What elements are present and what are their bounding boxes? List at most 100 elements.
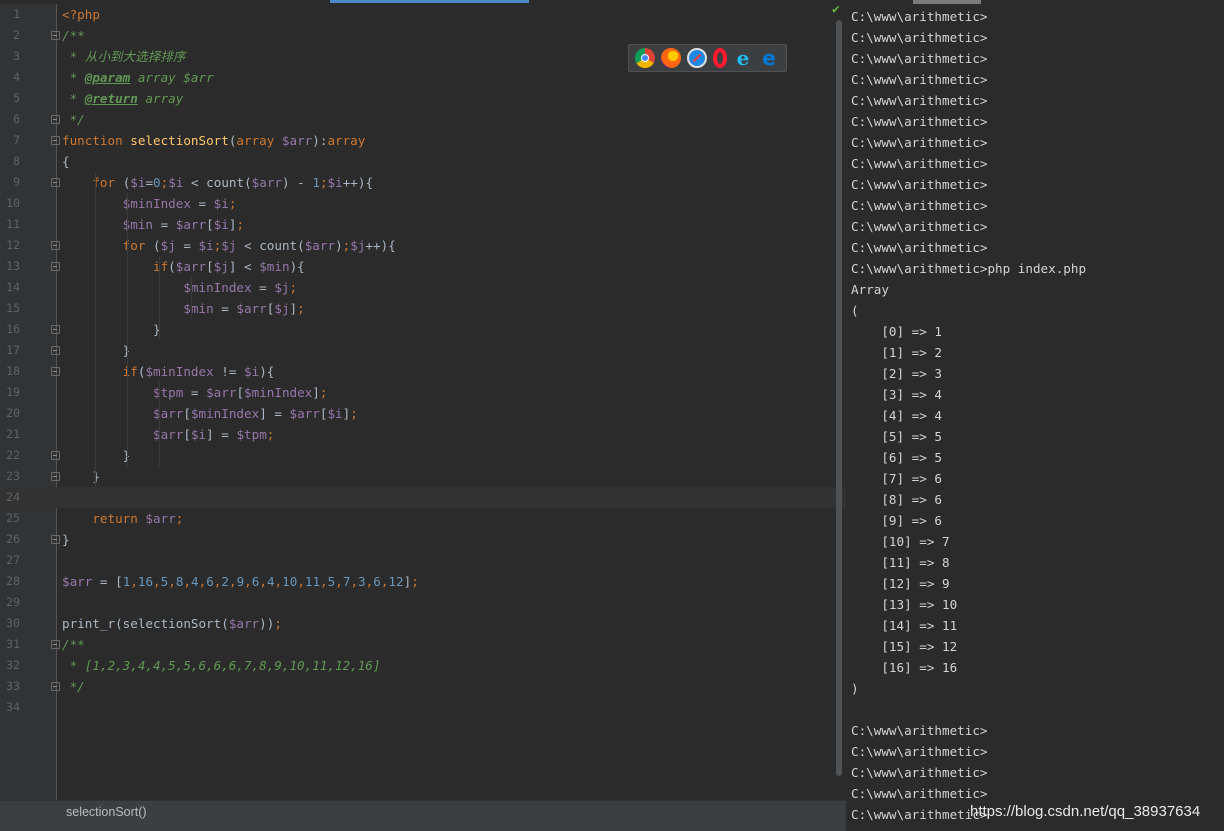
fold-marker-icon[interactable] [51, 325, 60, 334]
line-number: 29 [6, 595, 20, 609]
code-token: [ [236, 385, 245, 400]
code-token: $min [183, 301, 214, 316]
safari-icon[interactable] [687, 48, 707, 68]
code-line-23[interactable]: 23 } [0, 466, 846, 487]
firefox-icon[interactable] [661, 48, 681, 68]
code-token: ; [350, 406, 358, 421]
fold-marker-icon[interactable] [51, 451, 60, 460]
code-line-32[interactable]: 32 * [1,2,3,4,4,5,5,6,6,6,7,8,9,10,11,12… [0, 655, 846, 676]
code-line-2[interactable]: 2 /** [0, 25, 846, 46]
code-token: ; [297, 301, 305, 316]
code-line-6[interactable]: 6 */ [0, 109, 846, 130]
fold-marker-icon[interactable] [51, 136, 60, 145]
code-token: selectionSort [130, 133, 229, 148]
edge-icon[interactable]: e [759, 48, 779, 68]
code-token: ; [289, 280, 298, 295]
code-text: } [62, 340, 131, 361]
code-token: 10 [282, 574, 298, 589]
code-text: print_r(selectionSort($arr)); [62, 613, 282, 634]
indent-guide [159, 382, 160, 466]
code-line-29[interactable]: 29 [0, 592, 846, 613]
code-editor[interactable]: 1 <?php 2 /** 3 * 从小到大选择排序 4 * @param array $… [0, 0, 846, 831]
code-line-33[interactable]: 33 */ [0, 676, 846, 697]
code-token: ; [319, 385, 328, 400]
code-line-7[interactable]: 7 function selectionSort(array $arr):arra… [0, 130, 846, 151]
fold-marker-icon[interactable] [51, 640, 60, 649]
code-token: ; [266, 427, 275, 442]
code-text: $minIndex = $j; [62, 277, 297, 298]
line-number: 26 [6, 532, 20, 546]
fold-marker-icon[interactable] [51, 262, 60, 271]
ie-icon[interactable]: e [733, 48, 753, 68]
code-token: ; [274, 616, 282, 631]
code-line-28[interactable]: 28 $arr = [1,16,5,8,4,6,2,9,6,4,10,11,5,7… [0, 571, 846, 592]
code-token: $arr [289, 406, 320, 421]
fold-marker-icon[interactable] [51, 178, 60, 187]
fold-marker-icon[interactable] [51, 682, 60, 691]
code-token: , [259, 574, 267, 589]
code-token: $arr [228, 616, 260, 631]
code-token: $j [213, 259, 229, 274]
breadcrumb-function[interactable]: selectionSort() [66, 805, 147, 819]
code-token: ; [319, 175, 328, 190]
terminal-line: C:\www\arithmetic> [851, 9, 988, 24]
fold-marker-icon[interactable] [51, 535, 60, 544]
line-number: 10 [6, 196, 20, 210]
code-line-9[interactable]: 9 for ($i=0;$i < count($arr) - 1;$i++){ [0, 172, 846, 193]
fold-marker-icon[interactable] [51, 367, 60, 376]
code-line-25[interactable]: 25 return $arr; [0, 508, 846, 529]
line-number: 34 [6, 700, 20, 714]
line-number: 6 [13, 112, 20, 126]
code-line-30[interactable]: 30 print_r(selectionSort($arr)); [0, 613, 846, 634]
terminal-line: C:\www\arithmetic> [851, 72, 988, 87]
code-token: $minIndex [145, 364, 214, 379]
editor-scrollbar[interactable] [836, 20, 842, 776]
line-number: 12 [6, 238, 20, 252]
code-token: @param [84, 70, 131, 85]
terminal-line: C:\www\arithmetic> [851, 744, 988, 759]
line-number: 27 [6, 553, 20, 567]
code-token: , [350, 574, 359, 589]
code-token: $arr [153, 406, 184, 421]
code-line-1[interactable]: 1 <?php [0, 4, 846, 25]
code-token: $arr [304, 238, 336, 253]
chrome-icon[interactable] [635, 48, 655, 68]
line-number: 18 [6, 364, 20, 378]
code-line-26[interactable]: 26} [0, 529, 846, 550]
code-token: * [62, 70, 85, 85]
code-line-5[interactable]: 5 * @return array [0, 88, 846, 109]
code-token: = [251, 280, 275, 295]
terminal-line: [12] => 9 [851, 576, 950, 591]
opera-icon[interactable] [713, 48, 727, 68]
code-token: [ [183, 427, 191, 442]
terminal-line: [1] => 2 [851, 345, 942, 360]
code-text: function selectionSort(array $arr):array [62, 130, 365, 151]
code-token: $minIndex [244, 385, 313, 400]
code-line-24[interactable]: 24 [0, 487, 846, 508]
terminal-line: C:\www\arithmetic> [851, 135, 988, 150]
code-line-31[interactable]: 31 /** [0, 634, 846, 655]
code-token: != [213, 364, 245, 379]
fold-marker-icon[interactable] [51, 115, 60, 124]
fold-marker-icon[interactable] [51, 472, 60, 481]
code-line-8[interactable]: 8{ [0, 151, 846, 172]
terminal-line: [3] => 4 [851, 387, 942, 402]
code-token: $i [130, 175, 146, 190]
fold-marker-icon[interactable] [51, 31, 60, 40]
terminal-line: C:\www\arithmetic> [851, 723, 988, 738]
code-text: for ($j = $i;$j < count($arr);$j++){ [62, 235, 396, 256]
active-tab-indicator [330, 0, 529, 3]
fold-marker-icon[interactable] [51, 346, 60, 355]
code-token: $minIndex [190, 406, 260, 421]
code-token: @return [84, 91, 138, 106]
code-text: } [62, 529, 70, 550]
code-token: , [297, 574, 305, 589]
code-token: , [183, 574, 192, 589]
code-line-27[interactable]: 27 [0, 550, 846, 571]
code-line-34[interactable]: 34 [0, 697, 846, 718]
fold-marker-icon[interactable] [51, 241, 60, 250]
indent-guide [191, 277, 192, 319]
